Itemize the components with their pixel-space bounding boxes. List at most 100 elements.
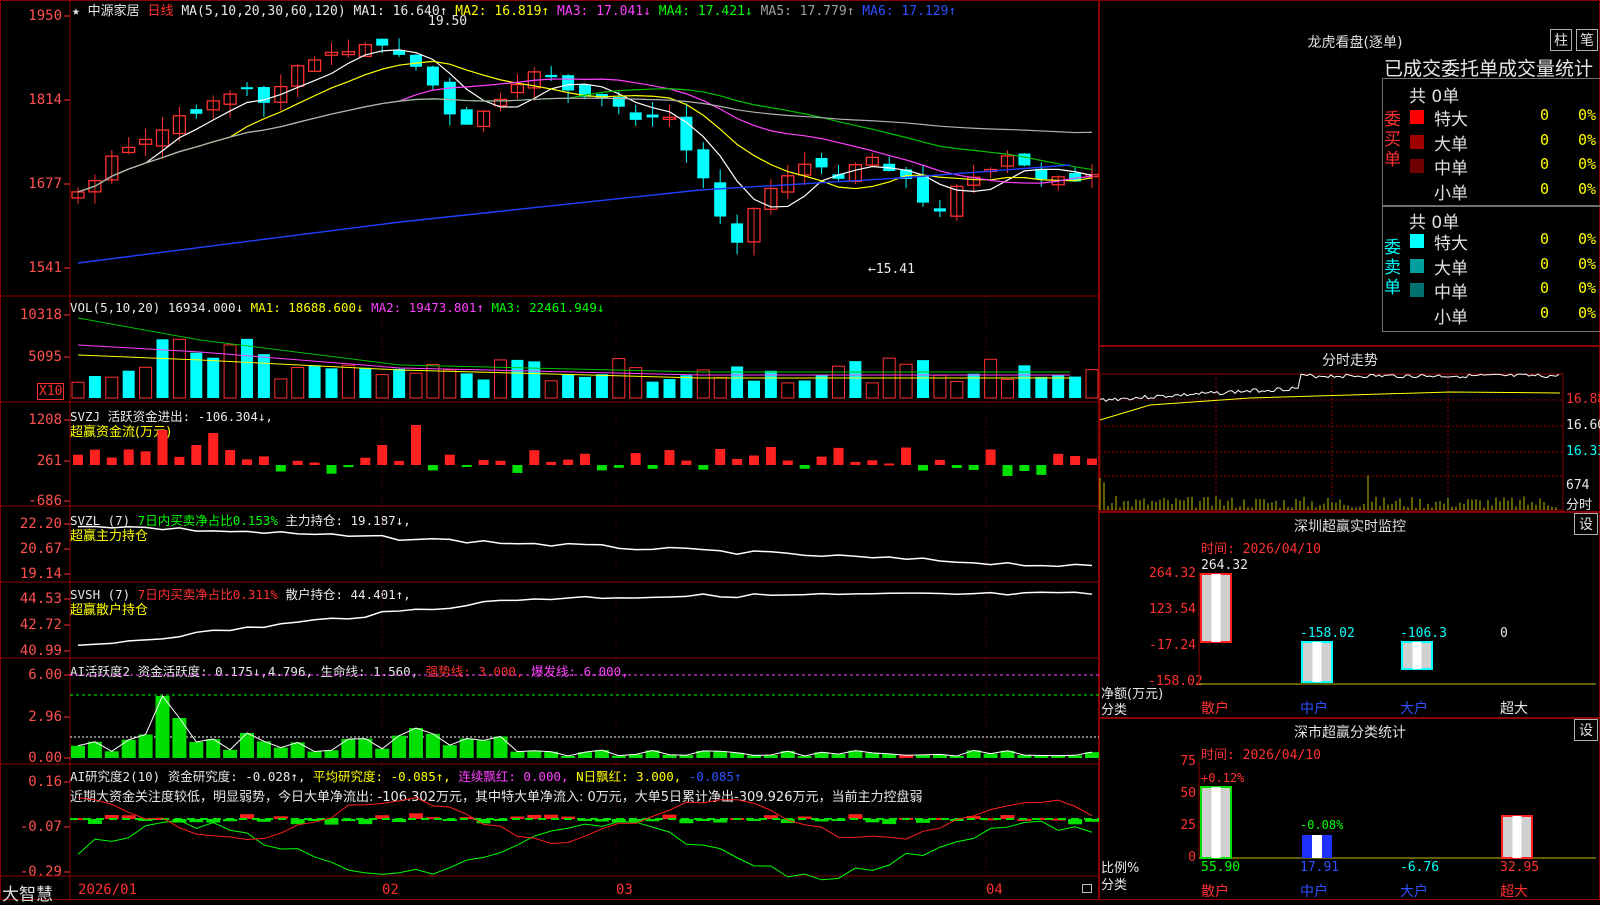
sz-monitor-tick-2: 123.54 [1149,602,1196,617]
volume-bar [579,376,591,398]
fund-bar [918,465,928,471]
volume-bar [967,373,980,398]
activity-bar [831,754,846,758]
order-row: 大单 0 0% [1410,254,1600,279]
fund-bar [630,453,641,465]
candle-body [714,182,727,217]
order-label: 特大 [1434,110,1468,130]
volume-bar [308,365,321,398]
volume-bar [696,369,710,399]
sz-stats-top-1: +0.12% [1201,771,1245,785]
activity-bar [527,750,542,758]
fund-bar [749,455,759,465]
pen-view-button[interactable]: 笔 [1576,29,1598,51]
candle-body [562,75,575,91]
activity-bar [510,751,525,758]
sz-stats-tick-1: 75 [1180,754,1196,769]
fund-bar [951,465,962,469]
fund-bar [89,449,100,465]
sz-monitor-settings-button[interactable]: 设 [1574,513,1598,535]
sz-monitor-time: 时间: 2026/04/10 [1201,542,1321,557]
sz-stats-title: 深市超赢分类统计 [1294,725,1406,741]
volume-bar [274,378,288,399]
order-count: 0 [1540,254,1550,273]
activity-bar [459,738,474,758]
order-color-swatch [1410,134,1424,149]
candle-body [917,175,929,203]
research-line [77,819,1093,881]
order-stats-header: 已成交委托单成交量统计 [1384,58,1594,80]
volume-bar [122,370,135,398]
volume-bar [646,381,659,398]
volume-bar [663,379,676,398]
sz-stats-cat-1: 散户 [1201,884,1229,900]
volume-bar [899,363,913,399]
activity-bar [121,739,136,758]
order-pct: 0% [1578,130,1597,149]
kline-chart[interactable] [0,0,1099,900]
order-row: 中单 0 0% [1410,278,1600,303]
order-pct: 0% [1578,179,1597,198]
fund-bar [478,459,489,465]
activity-bar [493,736,508,758]
intraday-vol: 674 [1566,478,1590,493]
volume-bar [460,373,473,398]
candle-body [241,87,253,90]
fund-bar [157,430,168,465]
candle-body [815,157,828,168]
volume-bar [88,376,101,398]
sz-monitor-tick-1: 264.32 [1149,566,1196,581]
volume-bar [241,338,253,398]
sz-stats-settings-button[interactable]: 设 [1574,719,1598,741]
order-count: 0 [1540,106,1550,124]
activity-bar [409,728,423,758]
volume-bar [172,338,186,399]
sz-stats-cat-2: 中户 [1300,884,1328,900]
volume-bar [341,364,355,399]
fund-bar [343,465,354,468]
order-label: 小单 [1434,183,1468,204]
sz-monitor-value-2: -158.02 [1300,626,1355,641]
fund-bar [292,460,303,465]
volume-bar [798,380,811,398]
order-label: 大单 [1434,134,1468,155]
order-row: 中单 0 0% [1410,154,1600,179]
volume-bar [443,369,457,399]
sz-monitor-title: 深圳超赢实时监控 [1294,519,1406,535]
sz-stats-bottom-4: 32.95 [1500,860,1540,875]
fund-bar [698,465,709,470]
fund-bar [664,450,675,465]
volume-bar [359,367,372,398]
fund-bar [1087,458,1097,465]
order-pct: 0% [1578,254,1597,273]
activity-bar [476,740,491,758]
activity-bar [307,751,322,758]
candle-body [1018,153,1031,166]
fund-bar [1036,465,1047,475]
fund-bar [563,459,574,465]
volume-bar [865,382,879,399]
fund-bar [1002,465,1013,476]
fund-bar [123,449,134,465]
fund-bar [427,465,438,471]
fund-bar [444,454,455,465]
sz-monitor-cat-3: 大户 [1400,701,1428,717]
fund-bar [191,445,202,465]
order-count: 0 [1540,130,1550,149]
candle-body [376,38,389,46]
sz-monitor-tick-3: -17.24 [1149,638,1196,653]
activity-bar [375,748,390,758]
order-row: 小单 0 0% [1410,179,1600,204]
candle-body [731,223,744,243]
svzl-line [77,525,1093,568]
volume-bar [71,381,85,399]
intraday-price-3: 16.33 [1566,444,1600,459]
order-label: 大单 [1434,258,1468,279]
fund-bar [326,465,337,474]
candle-body [410,54,422,67]
fund-bar [360,457,371,465]
fund-bar [495,460,506,465]
bar-view-button[interactable]: 柱 [1550,29,1572,51]
volume-bar [511,359,524,398]
fund-bar [208,433,219,465]
